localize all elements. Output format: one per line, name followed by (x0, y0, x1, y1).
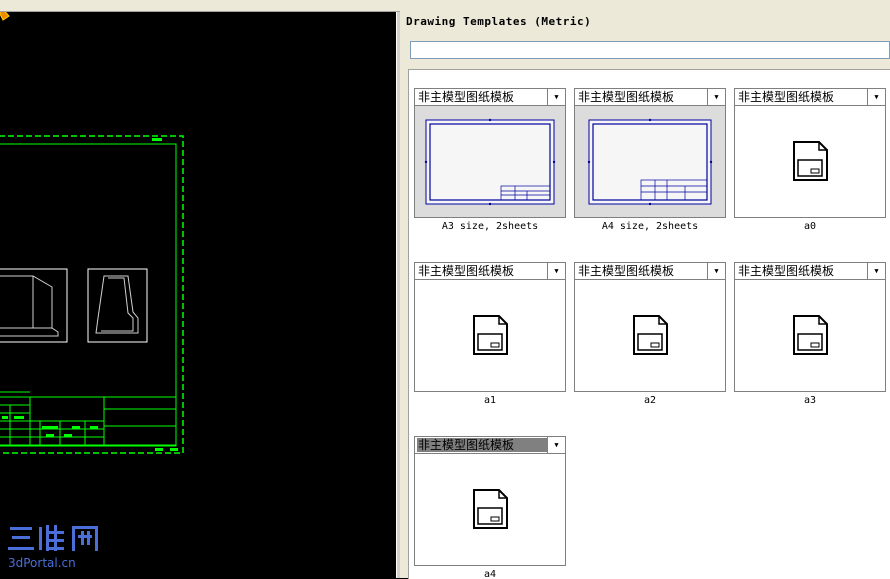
chevron-down-icon[interactable]: ▼ (547, 263, 565, 279)
template-search-input[interactable] (410, 41, 890, 59)
drawing-frame-preview (424, 118, 556, 206)
template-type-select[interactable]: 非主模型图纸模板 ▼ (414, 88, 566, 106)
template-thumbnail[interactable] (574, 279, 726, 392)
template-caption: a1 (483, 395, 497, 406)
template-thumbnail[interactable] (414, 105, 566, 218)
template-type-select[interactable]: 非主模型图纸模板 ▼ (414, 262, 566, 280)
chevron-down-icon[interactable]: ▼ (707, 263, 725, 279)
template-type-select[interactable]: 非主模型图纸模板 ▼ (734, 262, 886, 280)
document-icon (473, 315, 508, 355)
watermark-logo (8, 525, 98, 551)
document-icon (793, 141, 828, 181)
template-thumbnail[interactable] (574, 105, 726, 218)
template-thumbnail[interactable] (734, 105, 886, 218)
drawing-sheet (0, 135, 184, 454)
templates-panel: Drawing Templates (Metric) 非主模型图纸模板 ▼ A3 s… (400, 11, 890, 579)
template-type-value: 非主模型图纸模板 (578, 90, 675, 104)
template-thumbnail[interactable] (414, 453, 566, 566)
template-caption: a2 (643, 395, 657, 406)
chevron-down-icon[interactable]: ▼ (867, 89, 885, 105)
template-type-value: 非主模型图纸模板 (418, 90, 515, 104)
template-type-value: 非主模型图纸模板 (578, 264, 675, 278)
template-caption: A4 size, 2sheets (601, 221, 699, 232)
document-icon (793, 315, 828, 355)
template-type-value: 非主模型图纸模板 (417, 438, 547, 452)
document-icon (473, 489, 508, 529)
template-thumbnail[interactable] (414, 279, 566, 392)
document-icon (633, 315, 668, 355)
template-type-select[interactable]: 非主模型图纸模板 ▼ (414, 436, 566, 454)
template-caption: a3 (803, 395, 817, 406)
template-type-value: 非主模型图纸模板 (418, 264, 515, 278)
template-type-select[interactable]: 非主模型图纸模板 ▼ (574, 88, 726, 106)
template-caption: a0 (803, 221, 817, 232)
template-type-select[interactable]: 非主模型图纸模板 ▼ (574, 262, 726, 280)
template-type-value: 非主模型图纸模板 (738, 264, 835, 278)
chevron-down-icon[interactable]: ▼ (547, 89, 565, 105)
chevron-down-icon[interactable]: ▼ (707, 89, 725, 105)
chevron-down-icon[interactable]: ▼ (547, 437, 565, 453)
watermark-site-text: 3dPortal.cn (8, 556, 76, 570)
template-type-value: 非主模型图纸模板 (738, 90, 835, 104)
panel-title: Drawing Templates (Metric) (406, 15, 592, 28)
cad-drawing-canvas[interactable]: 3dPortal.cn (0, 0, 396, 578)
drawing-frame-preview (587, 118, 713, 206)
template-type-select[interactable]: 非主模型图纸模板 ▼ (734, 88, 886, 106)
template-list: 非主模型图纸模板 ▼ A3 size, 2sheets 非主模型图纸模板 ▼ A4 siz… (408, 69, 890, 579)
template-caption: A3 size, 2sheets (441, 221, 539, 232)
template-thumbnail[interactable] (734, 279, 886, 392)
chevron-down-icon[interactable]: ▼ (867, 263, 885, 279)
